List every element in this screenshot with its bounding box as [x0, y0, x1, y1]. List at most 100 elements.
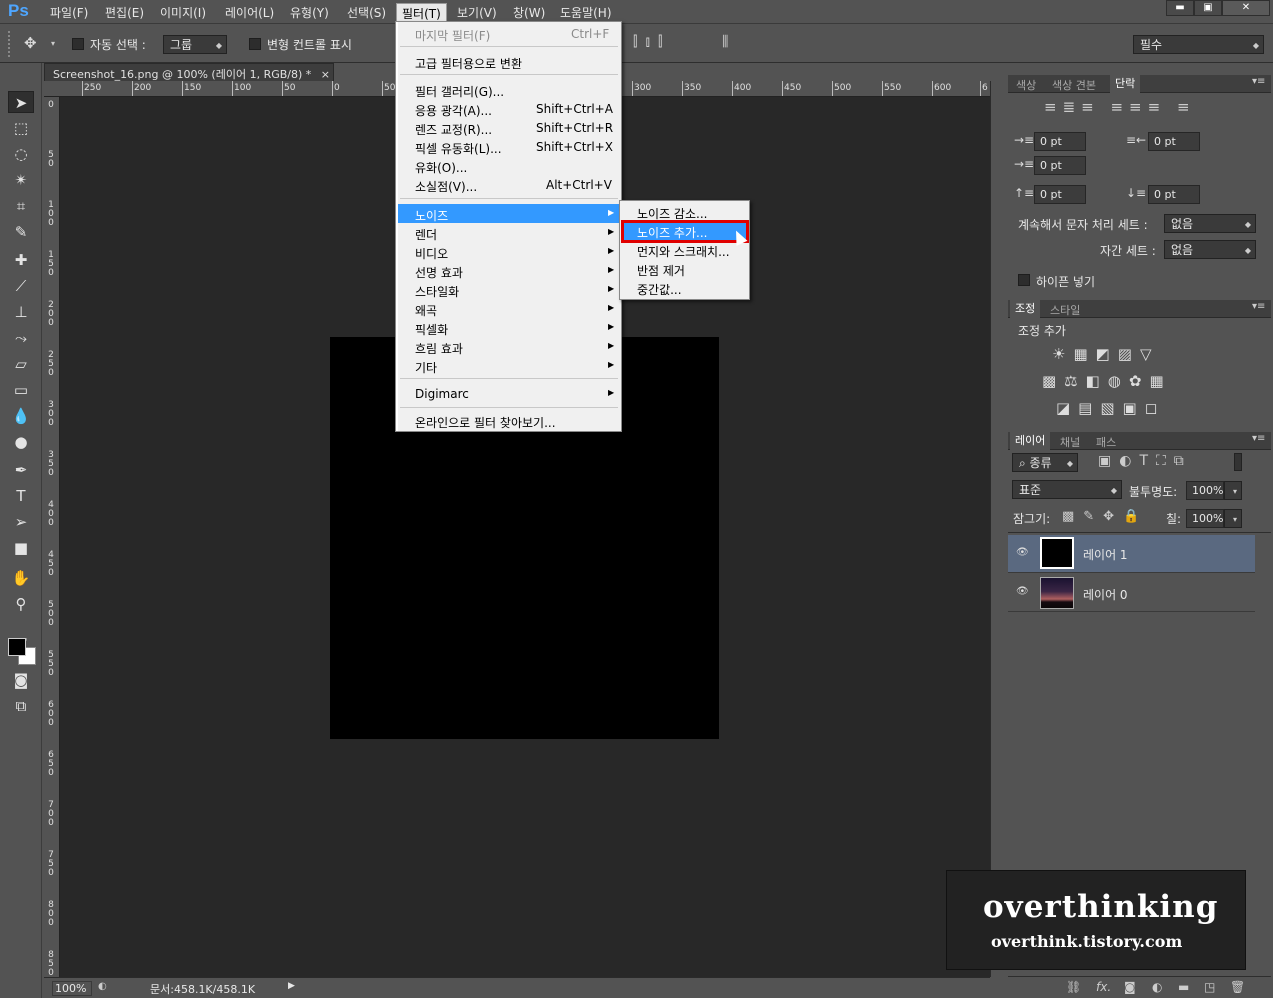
workspace-dropdown[interactable]: 필수 ◆: [1133, 35, 1264, 54]
filter-toggle[interactable]: [1234, 453, 1242, 471]
link-icon[interactable]: ⛓: [1066, 980, 1081, 994]
adjustment-icons-row1[interactable]: ☀▦◩▨▽: [1052, 345, 1160, 363]
tab-styles[interactable]: 스타일: [1050, 302, 1080, 318]
mojikumi-dropdown[interactable]: 없음 ◆: [1164, 240, 1256, 259]
lasso-tool-icon[interactable]: ◌: [8, 143, 34, 165]
menu-image[interactable]: 이미지(I): [160, 4, 206, 21]
crop-tool-icon[interactable]: ⌗: [8, 195, 34, 217]
layer-filter-dropdown[interactable]: ⌕ 종류 ◆: [1012, 453, 1078, 472]
healing-brush-icon[interactable]: ✚: [8, 249, 34, 271]
menu-layer[interactable]: 레이어(L): [225, 4, 274, 21]
tab-paragraph[interactable]: 단락: [1110, 75, 1141, 93]
menu-help[interactable]: 도움말(H): [560, 4, 612, 21]
history-brush-icon[interactable]: ⤳: [8, 327, 34, 349]
kinsoku-dropdown[interactable]: 없음 ◆: [1164, 214, 1256, 233]
menu-item-digimarc[interactable]: Digimarc: [415, 387, 469, 401]
auto-select-checkbox[interactable]: [72, 38, 84, 50]
new-layer-icon[interactable]: ◳: [1204, 980, 1215, 994]
menu-item-stylize[interactable]: 스타일화: [415, 283, 459, 300]
menu-item-browse-online[interactable]: 온라인으로 필터 찾아보기...: [415, 414, 556, 431]
path-select-icon[interactable]: ➢: [8, 511, 34, 533]
menu-item-distort[interactable]: 왜곡: [415, 302, 437, 319]
fx-icon[interactable]: fx.: [1096, 980, 1111, 994]
menu-item-blur[interactable]: 흐림 효과: [415, 340, 463, 357]
marquee-tool-icon[interactable]: ⬚: [8, 117, 34, 139]
foreground-color-swatch[interactable]: [8, 638, 26, 656]
menu-item-vanishing-point[interactable]: 소실점(V)...: [415, 178, 477, 195]
minimize-button[interactable]: ▬: [1166, 0, 1194, 16]
panel-menu-icon[interactable]: ▾≡: [1252, 76, 1265, 87]
space-before-field[interactable]: 0 pt: [1034, 185, 1086, 204]
chevron-down-icon[interactable]: ▾: [51, 39, 55, 48]
shape-tool-icon[interactable]: ■: [8, 537, 34, 559]
layer-row[interactable]: 👁 레이어 0: [1008, 574, 1255, 612]
opacity-field[interactable]: 100%: [1186, 481, 1224, 500]
menu-item-dust-scratches[interactable]: 먼지와 스크래치...: [637, 243, 730, 260]
menu-item-oil-paint[interactable]: 유화(O)...: [415, 159, 467, 176]
menu-item-filter-gallery[interactable]: 필터 갤러리(G)...: [415, 83, 504, 100]
indent-first-field[interactable]: 0 pt: [1034, 156, 1086, 175]
type-tool-icon[interactable]: T: [8, 485, 34, 507]
menu-item-median[interactable]: 중간값...: [637, 281, 682, 298]
menu-edit[interactable]: 편집(E): [105, 4, 144, 21]
adjustment-icons-row2[interactable]: ▩⚖◧◍✿▦: [1042, 372, 1172, 390]
tab-paths[interactable]: 패스: [1096, 434, 1116, 450]
hyphenate-checkbox[interactable]: [1018, 274, 1030, 286]
opacity-dropdown[interactable]: ▾: [1224, 481, 1242, 500]
folder-icon[interactable]: ▬: [1178, 980, 1189, 994]
distribute-icon[interactable]: ⫼: [722, 34, 728, 50]
screen-mode-icon[interactable]: ⧉: [8, 695, 34, 717]
blur-tool-icon[interactable]: 💧: [8, 405, 34, 427]
tab-color[interactable]: 색상: [1016, 77, 1036, 93]
tab-swatches[interactable]: 색상 견본: [1052, 77, 1096, 93]
maximize-button[interactable]: ▣: [1194, 0, 1222, 16]
fill-dropdown[interactable]: ▾: [1224, 509, 1242, 528]
hand-tool-icon[interactable]: ✋: [8, 567, 34, 589]
pen-tool-icon[interactable]: ✒: [8, 459, 34, 481]
close-button[interactable]: ✕: [1222, 0, 1270, 16]
layer-name[interactable]: 레이어 1: [1083, 546, 1128, 563]
dodge-tool-icon[interactable]: ●: [8, 431, 34, 453]
panel-menu-icon[interactable]: ▾≡: [1252, 433, 1265, 444]
menu-item-liquify[interactable]: 픽셀 유동화(L)...: [415, 140, 502, 157]
menu-item-despeckle[interactable]: 반점 제거: [637, 262, 685, 279]
menu-item-render[interactable]: 렌더: [415, 226, 437, 243]
brush-tool-icon[interactable]: ⟋: [8, 275, 34, 297]
indent-left-field[interactable]: 0 pt: [1034, 132, 1086, 151]
tab-layers[interactable]: 레이어: [1010, 432, 1051, 450]
zoom-tool-icon[interactable]: ⚲: [8, 593, 34, 615]
mask-icon[interactable]: ◙: [1124, 980, 1136, 994]
tab-adjustments[interactable]: 조정: [1010, 300, 1041, 318]
menu-item-last-filter[interactable]: 마지막 필터(F): [415, 27, 490, 44]
auto-select-dropdown[interactable]: 그룹 ◆: [163, 35, 227, 54]
menu-item-sharpen[interactable]: 선명 효과: [415, 264, 463, 281]
grip-handle[interactable]: [8, 31, 12, 57]
menu-select[interactable]: 선택(S): [347, 4, 386, 21]
magic-wand-icon[interactable]: ✴: [8, 169, 34, 191]
status-info-icon[interactable]: ◐: [98, 981, 107, 992]
trash-icon[interactable]: 🗑: [1230, 980, 1245, 994]
alignment-icons[interactable]: ≡≣≡ ≡≡≡ ≡: [1044, 98, 1196, 116]
menu-item-noise[interactable]: 노이즈: [415, 207, 448, 224]
menu-view[interactable]: 보기(V): [457, 4, 497, 21]
move-tool-icon[interactable]: ✥: [24, 34, 37, 52]
tab-close-icon[interactable]: ×: [321, 68, 330, 81]
layer-name[interactable]: 레이어 0: [1083, 586, 1128, 603]
zoom-field[interactable]: 100%: [52, 981, 92, 996]
panel-menu-icon[interactable]: ▾≡: [1252, 301, 1265, 312]
eye-icon[interactable]: 👁: [1016, 547, 1029, 558]
menu-item-adaptive-wide[interactable]: 응용 광각(A)...: [415, 102, 492, 119]
menu-type[interactable]: 유형(Y): [290, 4, 329, 21]
menu-item-lens-correction[interactable]: 렌즈 교정(R)...: [415, 121, 492, 138]
menu-item-convert-smart[interactable]: 고급 필터용으로 변환: [415, 55, 522, 72]
adjustment-icons-row3[interactable]: ◪▤▧▣◻: [1056, 399, 1165, 417]
fill-field[interactable]: 100%: [1186, 509, 1224, 528]
menu-item-pixelate[interactable]: 픽셀화: [415, 321, 448, 338]
menu-window[interactable]: 창(W): [513, 4, 545, 21]
adjustment-icon[interactable]: ◐: [1152, 980, 1162, 994]
tab-channels[interactable]: 채널: [1060, 434, 1080, 450]
blend-mode-dropdown[interactable]: 표준 ◆: [1012, 480, 1122, 499]
lock-icons[interactable]: ▩✎✥🔒: [1062, 509, 1148, 524]
quick-mask-icon[interactable]: ◙: [8, 669, 34, 691]
menu-file[interactable]: 파일(F): [50, 4, 88, 21]
